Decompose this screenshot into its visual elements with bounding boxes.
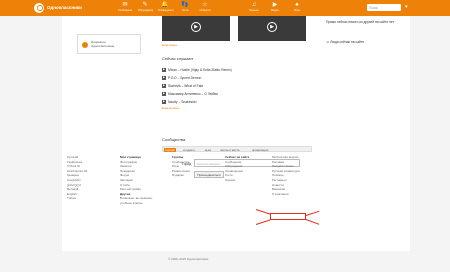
play-icon: ▶	[191, 22, 201, 32]
right-sidebar: Прямо сейчас никого из друзей на сайте н…	[320, 16, 410, 251]
play-icon: ▶	[267, 22, 277, 32]
nav-games[interactable]: ♠ Игры	[290, 2, 304, 15]
track-item[interactable]: ▶ Nautty – Snakeskin	[162, 100, 312, 107]
highlight-box	[270, 213, 306, 220]
bell-icon: 🔔	[161, 2, 169, 8]
music-more-link[interactable]: Ещё музыка	[162, 106, 179, 110]
play-icon[interactable]: ▶	[162, 84, 166, 89]
chat-icon: ✎	[142, 2, 148, 8]
footer-language-link[interactable]: Türkçe	[67, 196, 87, 201]
footer-my-page: Моя страница Фотографии Заметки Праздники Ф…	[120, 155, 152, 206]
footer-link[interactable]: Подарки	[172, 173, 190, 178]
nav-label: Игры	[293, 9, 301, 12]
footer-col4-title: Сейчас на сайте	[225, 155, 250, 159]
track-item[interactable]: ▶ Mixan – Hustle (Vijay & Sofia Zlatko Re…	[162, 68, 312, 75]
indicator-icon	[82, 42, 88, 48]
indicator-text: Индикатор Одноклассников	[91, 40, 114, 48]
track-title: Nautty – Snakeskin	[168, 100, 197, 105]
play-icon[interactable]: ▶	[162, 100, 166, 105]
track-title: Stahovik – What of Fate	[168, 84, 204, 89]
video-more-link[interactable]: Ещё видео	[162, 43, 177, 47]
video-icon: ▶	[272, 2, 278, 8]
footer-link[interactable]: учебные классы	[120, 201, 152, 206]
music-icon: ♫	[251, 2, 257, 8]
games-icon: ♠	[295, 2, 299, 8]
footprints-icon: 👣	[181, 2, 189, 8]
no-friends-online-text: Прямо сейчас никого из друзей на сайте н…	[326, 20, 395, 24]
nav-envelope[interactable]: ✉ Сообщения	[118, 2, 132, 15]
nav-label: Гости	[181, 9, 189, 12]
indicator-widget[interactable]: Индикатор Одноклассников	[77, 34, 141, 54]
menu-icon[interactable]: ▾	[405, 4, 408, 10]
footer-online: Сейчас на сайте Сообщения Обсуждения Опове…	[225, 155, 249, 183]
nav-event[interactable]: ☆ События	[198, 2, 212, 15]
join-button[interactable]: Присоединиться	[194, 171, 224, 178]
community-tabs: города холдинги вузы школы и места организац…	[162, 146, 312, 152]
left-sidebar: Индикатор Одноклассников	[62, 16, 154, 251]
track-item[interactable]: ▶ P.O.D – Speed Demon	[162, 76, 312, 83]
nav-video[interactable]: ▶ Видео	[268, 2, 282, 15]
nav-label: События	[199, 9, 211, 12]
nav-label: Оповещения	[158, 9, 174, 12]
tab-community[interactable]: города	[163, 147, 177, 152]
event-icon: ☆	[202, 2, 208, 8]
nav-label: Обсуждения	[138, 9, 154, 12]
nav-label: Видео	[271, 9, 279, 12]
play-icon[interactable]: ▶	[162, 76, 166, 81]
envelope-icon: ✉	[122, 2, 128, 8]
nav-label: Музыка	[249, 9, 259, 12]
search-input[interactable]: Поиск	[367, 4, 401, 11]
tab-community[interactable]: холдинги	[181, 148, 197, 153]
nav-music[interactable]: ♫ Музыка	[247, 2, 261, 15]
communities-section-title: Сообщества	[162, 137, 186, 142]
tab-community[interactable]: организации	[250, 148, 270, 153]
play-icon[interactable]: ▶	[162, 68, 166, 73]
top-navigation-bar: Одноклассники ✉ Сообщения ✎ Обсуждения 🔔 Опов…	[0, 0, 450, 16]
people-online-label: Люди сейчас на сайте	[330, 40, 365, 44]
tab-community[interactable]: школы и места	[218, 148, 241, 153]
music-section-title: Сейчас слушают	[162, 56, 194, 61]
copyright: © 2006–2015 Одноклассники	[168, 257, 209, 261]
footer-link[interactable]: Мобильная версия	[272, 155, 300, 160]
people-online-link[interactable]: ☺ Люди сейчас на сайте	[326, 40, 364, 44]
nav-label: Сообщения	[118, 9, 133, 12]
indicator-line2: Одноклассников	[91, 44, 115, 48]
nav-chat[interactable]: ✎ Обсуждения	[138, 2, 154, 15]
tab-community[interactable]: вузы	[203, 148, 213, 153]
track-title: Максимир Антипенко – О Любви	[168, 92, 218, 97]
footer-groups: Группы Сообщества Игры Развлечения Подарки	[172, 155, 190, 178]
footer-link[interactable]: Оценки	[225, 178, 249, 183]
play-icon[interactable]: ▶	[162, 92, 166, 97]
nav-footprints[interactable]: 👣 Гости	[178, 2, 192, 15]
footer-service-links: Мобильная версия Реклама Разработчикам Русс…	[272, 155, 300, 196]
video-thumbnail[interactable]: ▶	[238, 16, 306, 41]
footer-link[interactable]: О компании	[272, 192, 300, 197]
video-thumbnail[interactable]: ▶	[162, 16, 230, 41]
track-item[interactable]: ▶ Максимир Антипенко – О Любви	[162, 92, 312, 99]
track-item[interactable]: ▶ Stahovik – What of Fate	[162, 84, 312, 91]
site-name[interactable]: Одноклассники	[47, 5, 82, 10]
track-title: Mixan – Hustle (Vijay & Sofia Zlatko Rem…	[168, 68, 232, 73]
track-title: P.O.D – Speed Demon	[168, 76, 202, 81]
nav-bell[interactable]: 🔔 Оповещения	[158, 2, 174, 15]
ok-logo-icon[interactable]	[34, 3, 44, 13]
footer-languages: Русский Українська O'zbek tili Azərbaycan d…	[67, 155, 87, 201]
